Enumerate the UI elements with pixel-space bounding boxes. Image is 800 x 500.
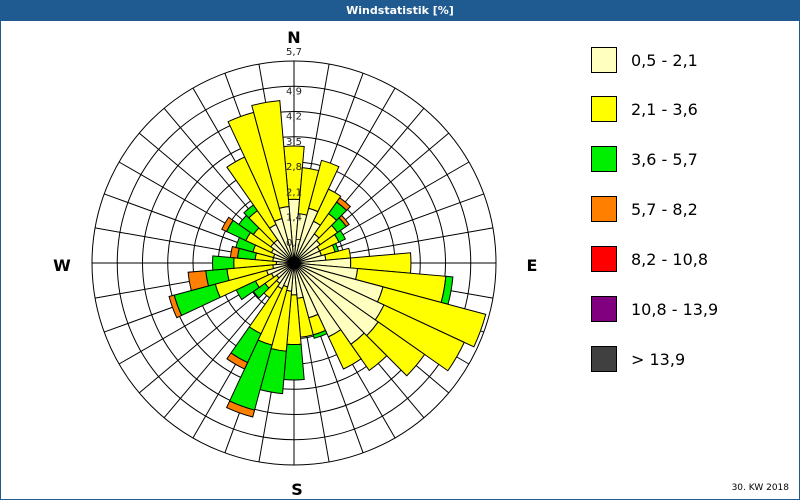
bar-segment	[211, 255, 235, 271]
legend-swatch	[591, 296, 617, 322]
legend-swatch	[591, 47, 617, 73]
center-dot	[291, 260, 297, 266]
chart-window: Windstatistik [%] 0,7 1,4 2,1 2,8 3,5 4,2 4,9 5…	[0, 0, 800, 500]
legend-item: > 13,9	[591, 344, 685, 374]
legend-item: 2,1 - 3,6	[591, 94, 698, 124]
legend-label: 3,6 - 5,7	[631, 149, 698, 169]
compass-w: W	[53, 256, 71, 275]
ring-label: 0,7	[286, 238, 302, 249]
ring-label: 1,4	[286, 213, 302, 224]
bars	[168, 100, 487, 418]
legend-label: 0,5 - 2,1	[631, 50, 698, 70]
legend-label: 10,8 - 13,9	[631, 299, 719, 319]
legend-label: 8,2 - 10,8	[631, 249, 709, 269]
legend-label: > 13,9	[631, 349, 686, 369]
ring-label: 4,9	[286, 86, 302, 97]
ring-label: 3,5	[286, 137, 302, 148]
compass-s: S	[291, 480, 303, 499]
legend-swatch	[591, 96, 617, 122]
ring-label: 4,2	[286, 112, 302, 123]
legend-item: 10,8 - 13,9	[591, 294, 718, 324]
legend-item: 5,7 - 8,2	[591, 194, 698, 224]
legend-swatch	[591, 196, 617, 222]
ring-label: 2,8	[286, 162, 302, 173]
legend-item: 0,5 - 2,1	[591, 45, 698, 75]
legend-label: 2,1 - 3,6	[631, 99, 698, 119]
legend-item: 8,2 - 10,8	[591, 244, 708, 274]
legend-swatch	[591, 346, 617, 372]
legend-label: 5,7 - 8,2	[631, 199, 698, 219]
compass-n: N	[287, 28, 300, 47]
legend-swatch	[591, 146, 617, 172]
wind-rose: 0,7 1,4 2,1 2,8 3,5 4,2 4,9 5,7 N E S W	[53, 28, 538, 499]
ring-label: 2,1	[286, 187, 302, 198]
legend-item: 3,6 - 5,7	[591, 144, 698, 174]
compass-e: E	[527, 256, 538, 275]
legend-swatch	[591, 246, 617, 272]
ring-label: 5,7	[286, 47, 302, 58]
week-label: 30. KW 2018	[731, 483, 789, 493]
title-bar: Windstatistik [%]	[1, 1, 799, 21]
